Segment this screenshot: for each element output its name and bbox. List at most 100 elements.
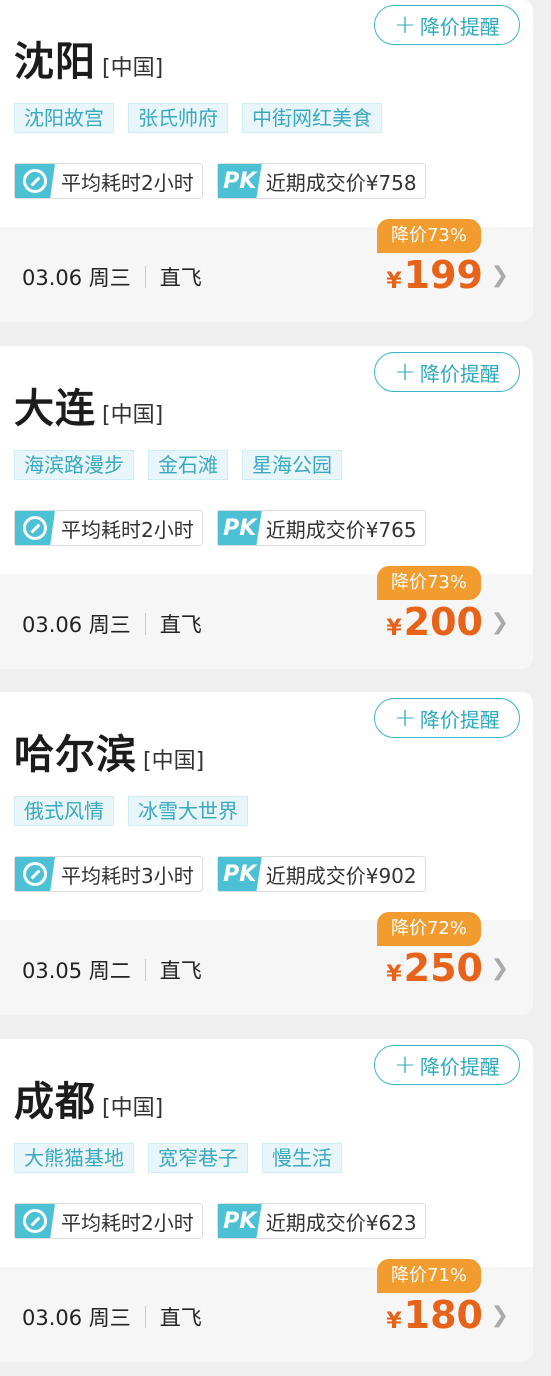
pk-icon: PK: [217, 857, 262, 891]
currency-symbol: ¥: [386, 1309, 402, 1334]
clock-icon: [15, 857, 55, 891]
chevron-right-icon[interactable]: ❯: [491, 1303, 509, 1328]
info-chips: 平均耗时2小时 PK 近期成交价¥623: [14, 1203, 426, 1239]
destination-title: 哈尔滨 [中国]: [14, 722, 204, 780]
city-name: 成都: [14, 1079, 96, 1125]
price-alert-button[interactable]: + 降价提醒: [374, 5, 520, 45]
price: ¥199: [386, 253, 483, 297]
chevron-right-icon[interactable]: ❯: [491, 610, 509, 635]
price-alert-label: 降价提醒: [419, 707, 500, 732]
discount-badge: 降价72%: [376, 912, 481, 946]
discount-badge: 降价73%: [376, 566, 481, 600]
divider: [144, 613, 146, 635]
destination-title: 大连 [中国]: [14, 376, 163, 434]
price-value: 200: [403, 600, 483, 644]
flight-card-chengdu[interactable]: + 降价提醒 成都 [中国] 大熊猫基地 宽窄巷子 慢生活 平均耗时2小时 PK 近期…: [0, 1039, 533, 1362]
attraction-tags: 沈阳故宫 张氏帅府 中街网红美食: [14, 103, 382, 133]
attraction-tag: 冰雪大世界: [128, 796, 248, 826]
price-value: 250: [403, 946, 483, 990]
city-name: 哈尔滨: [14, 732, 137, 778]
flight-date: 03.06 周三: [22, 1306, 131, 1330]
pk-icon: PK: [217, 164, 262, 198]
recent-price-chip: PK 近期成交价¥758: [216, 163, 426, 199]
flight-row[interactable]: 03.05 周二 直飞 降价72% ¥250 ❯: [0, 912, 533, 1015]
discount-badge: 降价73%: [376, 219, 481, 253]
attraction-tag: 张氏帅府: [128, 103, 228, 133]
recent-price-label: 近期成交价¥623: [265, 1210, 417, 1235]
attraction-tag: 沈阳故宫: [14, 103, 114, 133]
recent-price-label: 近期成交价¥902: [265, 863, 417, 888]
flight-type: 直飞: [159, 959, 202, 983]
recent-price-label: 近期成交价¥758: [265, 170, 417, 195]
attraction-tag: 慢生活: [262, 1143, 342, 1173]
flight-row[interactable]: 03.06 周三 直飞 降价73% ¥200 ❯: [0, 566, 533, 669]
avg-time-label: 平均耗时2小时: [61, 517, 194, 542]
info-chips: 平均耗时2小时 PK 近期成交价¥758: [14, 163, 426, 199]
price-value: 199: [403, 253, 483, 297]
flight-date-info: 03.06 周三 直飞: [22, 609, 202, 639]
avg-time-chip: 平均耗时2小时: [14, 510, 203, 546]
flight-date-info: 03.05 周二 直飞: [22, 955, 202, 985]
avg-time-chip: 平均耗时3小时: [14, 856, 203, 892]
flight-date: 03.05 周二: [22, 959, 131, 983]
discount-badge: 降价71%: [376, 1259, 481, 1293]
price-alert-label: 降价提醒: [419, 14, 500, 39]
avg-time-chip: 平均耗时2小时: [14, 1203, 203, 1239]
country-label: [中国]: [102, 56, 164, 81]
pk-icon: PK: [217, 511, 262, 545]
price: ¥180: [386, 1293, 483, 1337]
city-name: 沈阳: [14, 39, 96, 85]
info-chips: 平均耗时3小时 PK 近期成交价¥902: [14, 856, 426, 892]
flight-type: 直飞: [159, 266, 202, 290]
chevron-right-icon[interactable]: ❯: [491, 263, 509, 288]
recent-price-chip: PK 近期成交价¥623: [216, 1203, 426, 1239]
attraction-tag: 星海公园: [242, 450, 342, 480]
flight-card-harbin[interactable]: + 降价提醒 哈尔滨 [中国] 俄式风情 冰雪大世界 平均耗时3小时 PK 近期成交价…: [0, 692, 533, 1015]
price-alert-button[interactable]: + 降价提醒: [374, 698, 520, 738]
country-label: [中国]: [102, 403, 164, 428]
attraction-tag: 俄式风情: [14, 796, 114, 826]
recent-price-chip: PK 近期成交价¥765: [216, 510, 426, 546]
city-name: 大连: [14, 386, 96, 432]
flight-date: 03.06 周三: [22, 266, 131, 290]
flight-card-shenyang[interactable]: + 降价提醒 沈阳 [中国] 沈阳故宫 张氏帅府 中街网红美食 平均耗时2小时 PK…: [0, 0, 533, 322]
clock-icon: [15, 1204, 55, 1238]
avg-time-label: 平均耗时2小时: [61, 1210, 194, 1235]
flight-card-dalian[interactable]: + 降价提醒 大连 [中国] 海滨路漫步 金石滩 星海公园 平均耗时2小时 PK 近期…: [0, 346, 533, 669]
clock-icon: [15, 511, 55, 545]
destination-title: 沈阳 [中国]: [14, 29, 163, 87]
plus-icon: +: [394, 357, 416, 387]
flight-row[interactable]: 03.06 周三 直飞 降价71% ¥180 ❯: [0, 1259, 533, 1362]
attraction-tag: 宽窄巷子: [148, 1143, 248, 1173]
flight-type: 直飞: [159, 613, 202, 637]
currency-symbol: ¥: [386, 616, 402, 641]
avg-time-label: 平均耗时3小时: [61, 863, 194, 888]
plus-icon: +: [394, 703, 416, 733]
price: ¥250: [386, 946, 483, 990]
price-alert-button[interactable]: + 降价提醒: [374, 1045, 520, 1085]
chevron-right-icon[interactable]: ❯: [491, 956, 509, 981]
price-value: 180: [403, 1293, 483, 1337]
info-chips: 平均耗时2小时 PK 近期成交价¥765: [14, 510, 426, 546]
plus-icon: +: [394, 1050, 416, 1080]
currency-symbol: ¥: [386, 962, 402, 987]
divider: [144, 1306, 146, 1328]
clock-icon: [15, 164, 55, 198]
attraction-tag: 海滨路漫步: [14, 450, 134, 480]
attraction-tags: 海滨路漫步 金石滩 星海公园: [14, 450, 342, 480]
destination-title: 成都 [中国]: [14, 1069, 163, 1127]
avg-time-label: 平均耗时2小时: [61, 170, 194, 195]
country-label: [中国]: [102, 1096, 164, 1121]
avg-time-chip: 平均耗时2小时: [14, 163, 203, 199]
flight-date: 03.06 周三: [22, 613, 131, 637]
attraction-tag: 中街网红美食: [242, 103, 382, 133]
price-alert-button[interactable]: + 降价提醒: [374, 352, 520, 392]
attraction-tag: 金石滩: [148, 450, 228, 480]
recent-price-chip: PK 近期成交价¥902: [216, 856, 426, 892]
flight-date-info: 03.06 周三 直飞: [22, 262, 202, 292]
attraction-tags: 俄式风情 冰雪大世界: [14, 796, 248, 826]
flight-date-info: 03.06 周三 直飞: [22, 1302, 202, 1332]
country-label: [中国]: [143, 749, 205, 774]
price: ¥200: [386, 600, 483, 644]
flight-row[interactable]: 03.06 周三 直飞 降价73% ¥199 ❯: [0, 219, 533, 322]
